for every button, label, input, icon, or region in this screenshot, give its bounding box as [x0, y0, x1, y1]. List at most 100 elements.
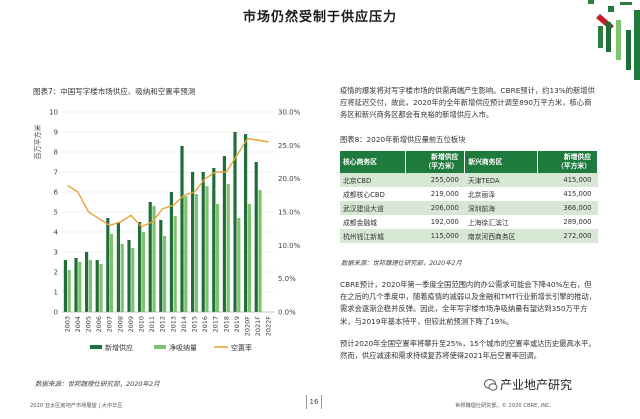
x-tick-label: 2018 [222, 316, 230, 333]
y-tick-label: 9 [54, 129, 58, 137]
brand-decoration [588, 0, 640, 80]
legend-label-vacancy: 空置率 [231, 343, 252, 352]
x-tick-label: 2008 [116, 316, 124, 333]
x-tick-label: 2017 [212, 316, 220, 333]
cell-emerging-supply: 272,000 [537, 229, 598, 243]
table-header-row: 核心商务区 新增供应 （平方米） 新兴商务区 新增供应 （平方米） [340, 151, 598, 173]
bar-supply [169, 192, 173, 312]
cell-core-district: 武汉建设大道 [340, 201, 406, 215]
cell-emerging-district: 南京河西商务区 [464, 229, 538, 243]
cell-core-supply: 219,000 [405, 187, 465, 201]
cell-emerging-supply: 415,000 [537, 173, 598, 187]
bar-absorption [141, 232, 145, 312]
cell-core-supply: 115,000 [405, 229, 465, 243]
x-tick-label: 2012 [159, 316, 167, 333]
bar-supply [180, 146, 184, 312]
cell-core-district: 成都核心CBD [340, 187, 406, 201]
x-tick-label: 2022F [265, 316, 273, 337]
bar-absorption [216, 204, 220, 312]
bar-supply [106, 218, 110, 312]
bar-supply [85, 252, 89, 312]
x-tick-label: 2021F [254, 316, 262, 337]
legend-swatch-absorption [154, 345, 166, 349]
y2-tick-label: 15.0% [278, 209, 301, 217]
y2-tick-label: 30.0% [278, 109, 301, 117]
bar-supply [74, 258, 78, 312]
y-tick-label: 8 [54, 149, 58, 157]
cell-emerging-district: 深圳前海 [464, 201, 538, 215]
bar-absorption [67, 270, 71, 312]
cell-emerging-district: 上海徐汇滨江 [464, 215, 538, 229]
bar-absorption [226, 184, 230, 312]
supply-absorption-vacancy-chart: 0 1 2 3 4 5 6 7 8 9 10 0.0% 5.0% 10.0% 15.0% 20.0% 25.0%… [33, 109, 301, 353]
page-title: 市场仍然受制于供应压力 [242, 10, 397, 25]
y2-tick-label: 20.0% [278, 175, 301, 183]
bar-supply [63, 260, 67, 312]
legend-swatch-supply [90, 345, 102, 349]
bar-absorption [184, 196, 188, 312]
footer-report-title: 2020 亚太区房地产市场展望 | 大中华区 [30, 403, 123, 409]
x-tick-label: 2019 [233, 316, 241, 333]
table-row: 武汉建设大道 206,000 深圳前海 366,000 [340, 201, 598, 215]
x-tick-label: 2009 [127, 316, 135, 333]
x-tick-label: 2010 [138, 316, 146, 333]
y-axis-label: 百万平方米 [33, 125, 42, 160]
x-tick-label: 2016 [201, 316, 209, 333]
bar-absorption [163, 236, 167, 312]
wechat-icon [484, 379, 498, 391]
table-row: 北京CBD 255,000 天津TEDA 415,000 [340, 173, 598, 187]
y-tick-label: 7 [54, 169, 58, 177]
bar-supply [222, 156, 226, 312]
figure7-caption: 图表7：中国写字楼市场供应、吸纳和空置率预测 [33, 87, 196, 96]
bar-absorption [131, 248, 135, 312]
bar-absorption [173, 216, 177, 312]
bar-supply [212, 168, 216, 312]
x-tick-label: 2014 [180, 316, 188, 333]
watermark-text: 产业地产研究 [500, 378, 573, 392]
x-tick-label: 2011 [148, 316, 156, 333]
x-tick-label: 2007 [106, 316, 114, 333]
table-row: 成都金融城 192,000 上海徐汇滨江 289,000 [340, 215, 598, 229]
x-tick-label: 2004 [74, 316, 82, 333]
y2-tick-label: 0.0% [278, 309, 296, 317]
header-core-supply: 新增供应 （平方米） [405, 151, 466, 173]
top5-supply-table: 核心商务区 新增供应 （平方米） 新兴商务区 新增供应 （平方米） 北京CBD … [340, 151, 598, 243]
bar-supply [159, 220, 163, 312]
y2-tick-label: 25.0% [278, 142, 301, 150]
bar-supply [148, 202, 152, 312]
y2-tick-label: 10.0% [278, 242, 301, 250]
bar-absorption [88, 260, 92, 312]
x-tick-label: 2006 [95, 316, 103, 333]
paragraph-supply: 疫情的爆发将对写字楼市场的供需两端产生影响。CBRE预计，约13%的新增供应将延… [340, 86, 595, 120]
legend-label-absorption: 净吸纳量 [169, 343, 197, 352]
y2-tick-label: 5.0% [278, 275, 296, 283]
bar-supply [95, 260, 99, 312]
x-tick-label: 2020F [244, 316, 252, 337]
paragraph-vacancy: 预计2020年全国空置率将攀升至25%，15个城市的空置率或达历史最高水平。然而… [340, 339, 596, 361]
cell-core-supply: 255,000 [405, 173, 465, 187]
x-tick-label: 2013 [169, 316, 177, 333]
bar-supply [254, 162, 258, 312]
table-row: 杭州钱江新城 115,000 南京河西商务区 272,000 [340, 229, 598, 243]
figure7-source: 数据来源：世邦魏理仕研究部，2020年2月 [35, 380, 160, 388]
bar-absorption [258, 190, 262, 312]
header-emerging-cbd: 新兴商务区 [464, 151, 539, 173]
cell-core-district: 北京CBD [340, 173, 406, 187]
bar-supply [127, 240, 131, 312]
bar-absorption [120, 244, 124, 312]
x-tick-label: 2003 [63, 316, 71, 333]
page-number: 16 [306, 395, 322, 409]
cell-core-supply: 192,000 [405, 215, 465, 229]
bar-supply [201, 172, 205, 312]
bar-supply [116, 222, 120, 312]
figure8-source: 数据来源：世邦魏理仕研究部，2020年2月 [341, 260, 462, 267]
cell-emerging-supply: 289,000 [537, 215, 598, 229]
x-tick-label: 2005 [85, 316, 93, 333]
x-tick-label: 2015 [191, 316, 199, 333]
y-tick-label: 3 [54, 249, 58, 257]
footer-copyright: 世邦魏理仕研究部。© 2020 CBRE, INC. [455, 403, 552, 409]
y-tick-label: 4 [54, 229, 59, 237]
bar-supply [138, 222, 142, 312]
cell-core-district: 成都金融城 [340, 215, 406, 229]
cell-core-supply: 206,000 [405, 201, 465, 215]
